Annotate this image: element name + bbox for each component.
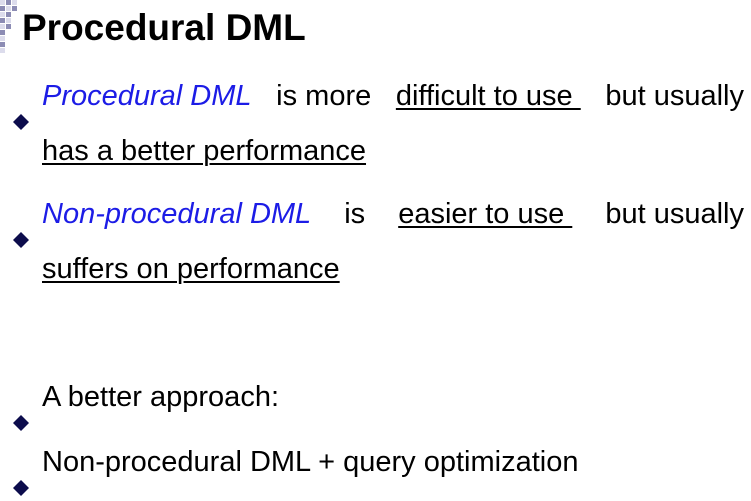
bullet-term: Non-procedural DML <box>42 198 312 230</box>
bullet-term: Procedural DML <box>42 80 252 112</box>
bullet-continuation: suffers on performance <box>42 253 340 285</box>
bullet-better-approach: A better approach: <box>12 381 744 431</box>
bullet-procedural-dml: Procedural DML is more difficult to use … <box>12 82 744 166</box>
bullet-text: Non-procedural DML + query optimization <box>42 446 579 478</box>
bullet-tail-text: but usually <box>605 80 744 112</box>
bullet-non-procedural-dml: Non-procedural DML is easier to use but … <box>12 200 744 284</box>
bullet-mid-text: is <box>344 198 366 230</box>
bullet-query-optimization: Non-procedural DML + query optimization <box>12 446 744 496</box>
bullet-tail-text: but usually <box>605 198 744 230</box>
bullet-mid-text: is more <box>276 80 372 112</box>
bullet-continuation: has a better performance <box>42 135 367 167</box>
bullet-underlined-text: easier to use <box>398 198 573 230</box>
slide-title: Procedural DML <box>22 7 306 48</box>
bullet-text: A better approach: <box>42 381 279 413</box>
corner-decoration <box>0 0 18 64</box>
bullet-underlined-text: difficult to use <box>395 80 581 112</box>
